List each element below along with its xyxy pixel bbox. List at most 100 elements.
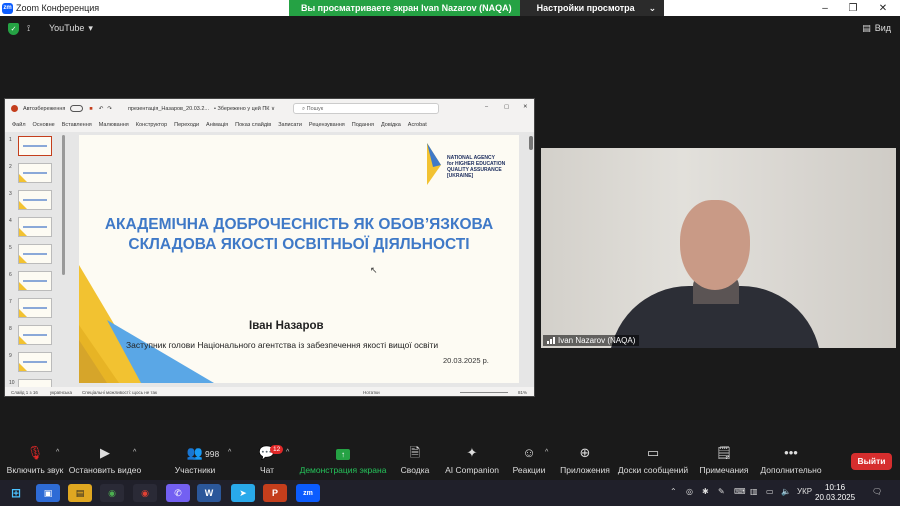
save-icon[interactable]: ■: [89, 106, 92, 112]
slide-thumb[interactable]: 5: [7, 243, 63, 265]
minimize-icon[interactable]: –: [485, 104, 488, 110]
slide-scrollbar[interactable]: [529, 136, 533, 384]
menu-transitions[interactable]: Переходи: [174, 122, 199, 128]
menu-review[interactable]: Рецензування: [309, 122, 345, 128]
menu-acrobat[interactable]: Acrobat: [408, 122, 427, 128]
security-shield-icon[interactable]: ✓: [8, 23, 19, 35]
menu-draw[interactable]: Малювання: [99, 122, 129, 128]
slide-title: АКАДЕМІЧНА ДОБРОЧЕСНІСТЬ ЯК ОБОВ’ЯЗКОВА …: [79, 215, 519, 255]
telegram-icon[interactable]: ➤: [231, 484, 255, 502]
view-button[interactable]: ▤ Вид: [862, 23, 891, 34]
maximize-icon[interactable]: ▢: [504, 104, 509, 110]
participant-video[interactable]: Ivan Nazarov (NAQA): [541, 148, 896, 348]
leave-button[interactable]: Выйти: [851, 453, 892, 470]
menu-design[interactable]: Конструктор: [136, 122, 167, 128]
zoom-taskbar-icon[interactable]: zm: [296, 484, 320, 502]
viber-icon[interactable]: ✆: [166, 484, 190, 502]
tray-app-icon[interactable]: ◎: [686, 487, 693, 496]
audio-options-caret[interactable]: ^: [56, 449, 59, 456]
language-indicator[interactable]: УКР: [797, 487, 812, 496]
youtube-stream-button[interactable]: YouTube ▾: [49, 23, 93, 34]
view-settings-button[interactable]: Настройки просмотра ⌄: [519, 0, 665, 16]
menu-insert[interactable]: Вставлення: [62, 122, 92, 128]
bluetooth-icon[interactable]: ✱: [702, 487, 709, 496]
volume-icon[interactable]: 🔈: [781, 487, 791, 496]
saved-state[interactable]: • Збережено у цей ПК ∨: [214, 106, 275, 112]
slide-thumb[interactable]: 9: [7, 351, 63, 373]
thumb-image: [18, 325, 52, 345]
menu-file[interactable]: Файл: [12, 122, 26, 128]
more-button[interactable]: ••• Дополнительно: [746, 444, 836, 475]
thumb-number: 8: [9, 326, 12, 332]
file-name: презентація_Назаров_20.03.2...: [127, 105, 209, 112]
pen-icon[interactable]: ✎: [718, 487, 725, 496]
autosave-toggle[interactable]: [70, 105, 84, 112]
mouse-cursor-icon: ↖: [370, 265, 378, 275]
slide-thumb[interactable]: 2: [7, 162, 63, 184]
slide-thumb[interactable]: 4: [7, 216, 63, 238]
participants-count: 998: [205, 449, 220, 459]
store-icon[interactable]: ▣: [36, 484, 60, 502]
powerpoint-taskbar-icon[interactable]: P: [263, 484, 287, 502]
slide-thumb[interactable]: 10: [7, 378, 63, 387]
thumb-number: 4: [9, 218, 12, 224]
thumb-image: [18, 298, 52, 318]
slide-title-line: СКЛАДОВА ЯКОСТІ ОСВІТНЬОЇ ДІЯЛЬНОСТІ: [128, 236, 470, 253]
word-icon[interactable]: W: [197, 484, 221, 502]
close-icon[interactable]: ✕: [523, 104, 528, 110]
more-label: Дополнительно: [760, 465, 822, 475]
view-label: Вид: [874, 23, 891, 33]
system-clock[interactable]: 10:16 20.03.2025: [815, 483, 855, 503]
video-options-caret[interactable]: ^: [133, 449, 136, 456]
slide-thumbnails: 1 2 3 4 5 6 7 8 9 10: [5, 132, 67, 387]
restore-button[interactable]: ❐: [838, 0, 868, 16]
chat-options-caret[interactable]: ^: [286, 449, 289, 456]
close-button[interactable]: ✕: [868, 0, 898, 16]
more-dots-icon: •••: [784, 445, 798, 460]
menu-record[interactable]: Записати: [278, 122, 302, 128]
chrome-profile-icon[interactable]: ◉: [133, 484, 157, 502]
thumb-image: [18, 379, 52, 387]
clock-date: 20.03.2025: [815, 493, 856, 502]
tray-expand-icon[interactable]: ⌃: [670, 487, 677, 496]
chrome-icon[interactable]: ◉: [100, 484, 124, 502]
meeting-toolbar: 🎙 Включить звук ^ ▶ Остановить видео ^ 👥…: [0, 440, 900, 480]
thumb-number: 9: [9, 353, 12, 359]
thumb-image: [18, 190, 52, 210]
participant-name-tag: Ivan Nazarov (NAQA): [543, 335, 640, 346]
accessibility-status[interactable]: Спеціальні можливості: щось не так: [82, 390, 157, 395]
clock-time: 10:16: [825, 483, 846, 492]
slide-thumb[interactable]: 1: [7, 135, 63, 157]
keyboard-icon[interactable]: ⌨: [734, 487, 746, 496]
menu-help[interactable]: Довідка: [381, 122, 401, 128]
slide-thumb[interactable]: 8: [7, 324, 63, 346]
thumb-image: [18, 352, 52, 372]
autosave-label: Автозбереження: [23, 105, 66, 112]
current-slide: NATIONAL AGENCY for HIGHER EDUCATION QUA…: [79, 135, 519, 383]
slide-thumb[interactable]: 7: [7, 297, 63, 319]
redo-icon[interactable]: ↷: [107, 106, 112, 112]
menu-home[interactable]: Основне: [33, 122, 55, 128]
menu-slideshow[interactable]: Показ слайдів: [235, 122, 271, 128]
slide-thumb[interactable]: 6: [7, 270, 63, 292]
file-explorer-icon[interactable]: ▤: [68, 484, 92, 502]
slide-thumb[interactable]: 3: [7, 189, 63, 211]
minimize-button[interactable]: –: [810, 0, 840, 16]
zoom-level[interactable]: 81%: [518, 390, 527, 395]
ppt-search-input[interactable]: ⌕ Пошук: [293, 103, 439, 114]
notes-button[interactable]: Нотатки: [363, 390, 380, 395]
notifications-icon[interactable]: 🗨: [872, 487, 882, 496]
chevron-down-icon: ⌄: [648, 3, 657, 13]
zoom-slider[interactable]: [460, 392, 508, 393]
language-status[interactable]: українська: [50, 390, 72, 395]
battery-icon[interactable]: ▭: [766, 487, 774, 496]
undo-icon[interactable]: ↶: [99, 106, 104, 112]
network-icon[interactable]: ▥: [750, 487, 758, 496]
connection-icon[interactable]: ⟟: [27, 23, 30, 34]
caret-down-icon: ▾: [88, 23, 93, 33]
menu-view[interactable]: Подання: [352, 122, 374, 128]
thumbnails-scrollbar[interactable]: [62, 135, 65, 275]
menu-animations[interactable]: Анімація: [206, 122, 228, 128]
windows-start-icon[interactable]: ⊞: [4, 484, 28, 502]
stop-video-button[interactable]: ▶ Остановить видео: [60, 444, 150, 475]
